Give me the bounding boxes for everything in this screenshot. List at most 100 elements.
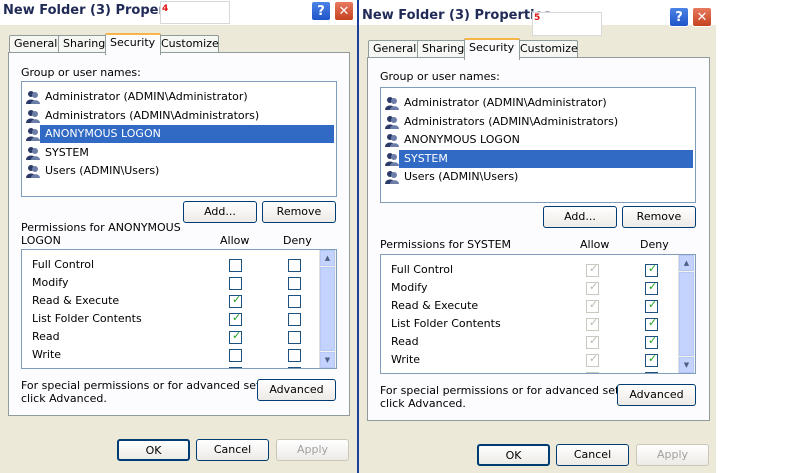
user-list-item[interactable]: Users (ADMIN\Users): [26, 162, 161, 180]
user-list-item[interactable]: ANONYMOUS LOGON: [26, 125, 334, 143]
deny-checkbox[interactable]: [288, 331, 301, 344]
close-button[interactable]: ✕: [334, 1, 354, 21]
check-icon: ✓: [589, 298, 599, 311]
tab-sharing[interactable]: Sharing: [58, 35, 108, 53]
apply-button[interactable]: Apply: [276, 439, 349, 461]
deny-checkbox[interactable]: [288, 295, 301, 308]
user-list-item[interactable]: SYSTEM: [385, 149, 693, 168]
tab-general[interactable]: General: [9, 35, 61, 53]
allow-checkbox[interactable]: [586, 372, 599, 373]
scroll-thumb[interactable]: [320, 267, 335, 351]
tab-security[interactable]: Security: [105, 33, 161, 55]
scrollbar[interactable]: ▲ ▼: [319, 250, 336, 368]
allow-checkbox[interactable]: ✓: [586, 352, 599, 367]
help-button[interactable]: ?: [669, 7, 689, 27]
ok-button[interactable]: OK: [477, 444, 550, 466]
user-list[interactable]: Administrator (ADMIN\Administrator) Admin…: [21, 81, 337, 197]
add-button[interactable]: Add...: [543, 206, 617, 228]
cancel-button[interactable]: Cancel: [196, 439, 269, 461]
user-list-item[interactable]: Administrator (ADMIN\Administrator): [26, 88, 250, 106]
close-icon: ✕: [338, 4, 350, 19]
permission-name: Read: [391, 335, 419, 348]
advanced-button[interactable]: Advanced: [257, 379, 336, 401]
check-icon: ✓: [589, 316, 599, 329]
scroll-up-button[interactable]: ▲: [679, 255, 694, 271]
allow-checkbox[interactable]: ✓: [229, 293, 242, 308]
permissions-label: Permissions for SYSTEM: [380, 238, 512, 251]
advanced-button[interactable]: Advanced: [617, 384, 696, 406]
tab-customize[interactable]: Customize: [156, 35, 219, 53]
deny-checkbox[interactable]: [288, 313, 301, 326]
tab-sharing[interactable]: Sharing: [417, 40, 467, 58]
user-group-icon: [385, 170, 399, 184]
allow-checkbox[interactable]: ✓: [586, 262, 599, 277]
remove-button[interactable]: Remove: [262, 201, 336, 223]
user-name: Administrator (ADMIN\Administrator): [45, 90, 248, 103]
check-icon: ✓: [648, 352, 658, 365]
annotation-number: 4: [162, 4, 169, 14]
deny-checkbox[interactable]: [645, 372, 658, 373]
check-icon: ✓: [232, 311, 242, 324]
special-permissions-text: For special permissions or for advanced …: [380, 384, 650, 397]
allow-checkbox[interactable]: [229, 367, 242, 368]
user-list-item[interactable]: SYSTEM: [26, 144, 91, 162]
special-permissions-text: For special permissions or for advanced …: [21, 379, 291, 392]
allow-checkbox[interactable]: [229, 259, 242, 272]
allow-checkbox[interactable]: [229, 349, 242, 362]
arrow-down-icon: ▼: [683, 361, 690, 369]
remove-button[interactable]: Remove: [622, 206, 696, 228]
permission-name: Read & Execute: [32, 294, 120, 307]
tab-security[interactable]: Security: [464, 38, 520, 60]
allow-checkbox[interactable]: ✓: [586, 298, 599, 313]
deny-checkbox[interactable]: [288, 277, 301, 290]
deny-checkbox[interactable]: ✓: [645, 316, 658, 331]
scroll-thumb[interactable]: [679, 272, 694, 356]
user-list-item[interactable]: ANONYMOUS LOGON: [385, 131, 522, 149]
permission-name: Write: [32, 348, 62, 361]
deny-checkbox[interactable]: [288, 259, 301, 272]
user-list-item[interactable]: Administrators (ADMIN\Administrators): [385, 113, 620, 131]
scroll-down-button[interactable]: ▼: [320, 352, 335, 368]
user-list[interactable]: Administrator (ADMIN\Administrator) Admin…: [380, 87, 696, 203]
check-icon: ✓: [232, 293, 242, 306]
user-name: Users (ADMIN\Users): [404, 170, 519, 183]
allow-checkbox[interactable]: ✓: [229, 311, 242, 326]
deny-checkbox[interactable]: ✓: [645, 298, 658, 313]
deny-checkbox[interactable]: [288, 367, 301, 368]
check-icon: ✓: [648, 262, 658, 275]
user-name: Administrators (ADMIN\Administrators): [45, 108, 260, 122]
allow-checkbox[interactable]: ✓: [229, 329, 242, 344]
cancel-button[interactable]: Cancel: [556, 444, 629, 466]
scroll-down-button[interactable]: ▼: [679, 357, 694, 373]
deny-checkbox[interactable]: ✓: [645, 280, 658, 295]
scrollbar[interactable]: ▲ ▼: [678, 255, 695, 373]
allow-checkbox[interactable]: ✓: [586, 316, 599, 331]
window-title: New Folder (3) Properties: [362, 8, 552, 23]
user-name: ANONYMOUS LOGON: [404, 133, 520, 146]
scroll-up-button[interactable]: ▲: [320, 250, 335, 266]
group-label: Group or user names:: [21, 66, 141, 79]
help-button[interactable]: ?: [311, 1, 331, 21]
user-list-item[interactable]: Administrators (ADMIN\Administrators): [26, 107, 261, 125]
deny-checkbox[interactable]: ✓: [645, 262, 658, 277]
deny-checkbox[interactable]: ✓: [645, 334, 658, 349]
user-list-item[interactable]: Administrator (ADMIN\Administrator): [385, 94, 609, 112]
allow-checkbox[interactable]: ✓: [586, 334, 599, 349]
close-button[interactable]: ✕: [692, 7, 712, 27]
tab-general[interactable]: General: [368, 40, 420, 58]
allow-checkbox[interactable]: ✓: [586, 280, 599, 295]
deny-checkbox[interactable]: [288, 349, 301, 362]
add-button[interactable]: Add...: [183, 201, 257, 223]
user-group-icon: [26, 127, 40, 141]
user-group-icon: [26, 146, 40, 160]
apply-button[interactable]: Apply: [636, 444, 709, 466]
special-permissions-text-line2: click Advanced.: [380, 397, 466, 410]
permission-name: List Folder Contents: [391, 317, 501, 330]
title-bar: New Folder (3) Properties 4 ? ✕: [0, 0, 357, 25]
user-list-item[interactable]: Users (ADMIN\Users): [385, 168, 520, 186]
tab-customize[interactable]: Customize: [515, 40, 578, 58]
ok-button[interactable]: OK: [117, 439, 190, 461]
deny-checkbox[interactable]: ✓: [645, 352, 658, 367]
permission-name: Modify: [391, 281, 428, 294]
allow-checkbox[interactable]: [229, 277, 242, 290]
